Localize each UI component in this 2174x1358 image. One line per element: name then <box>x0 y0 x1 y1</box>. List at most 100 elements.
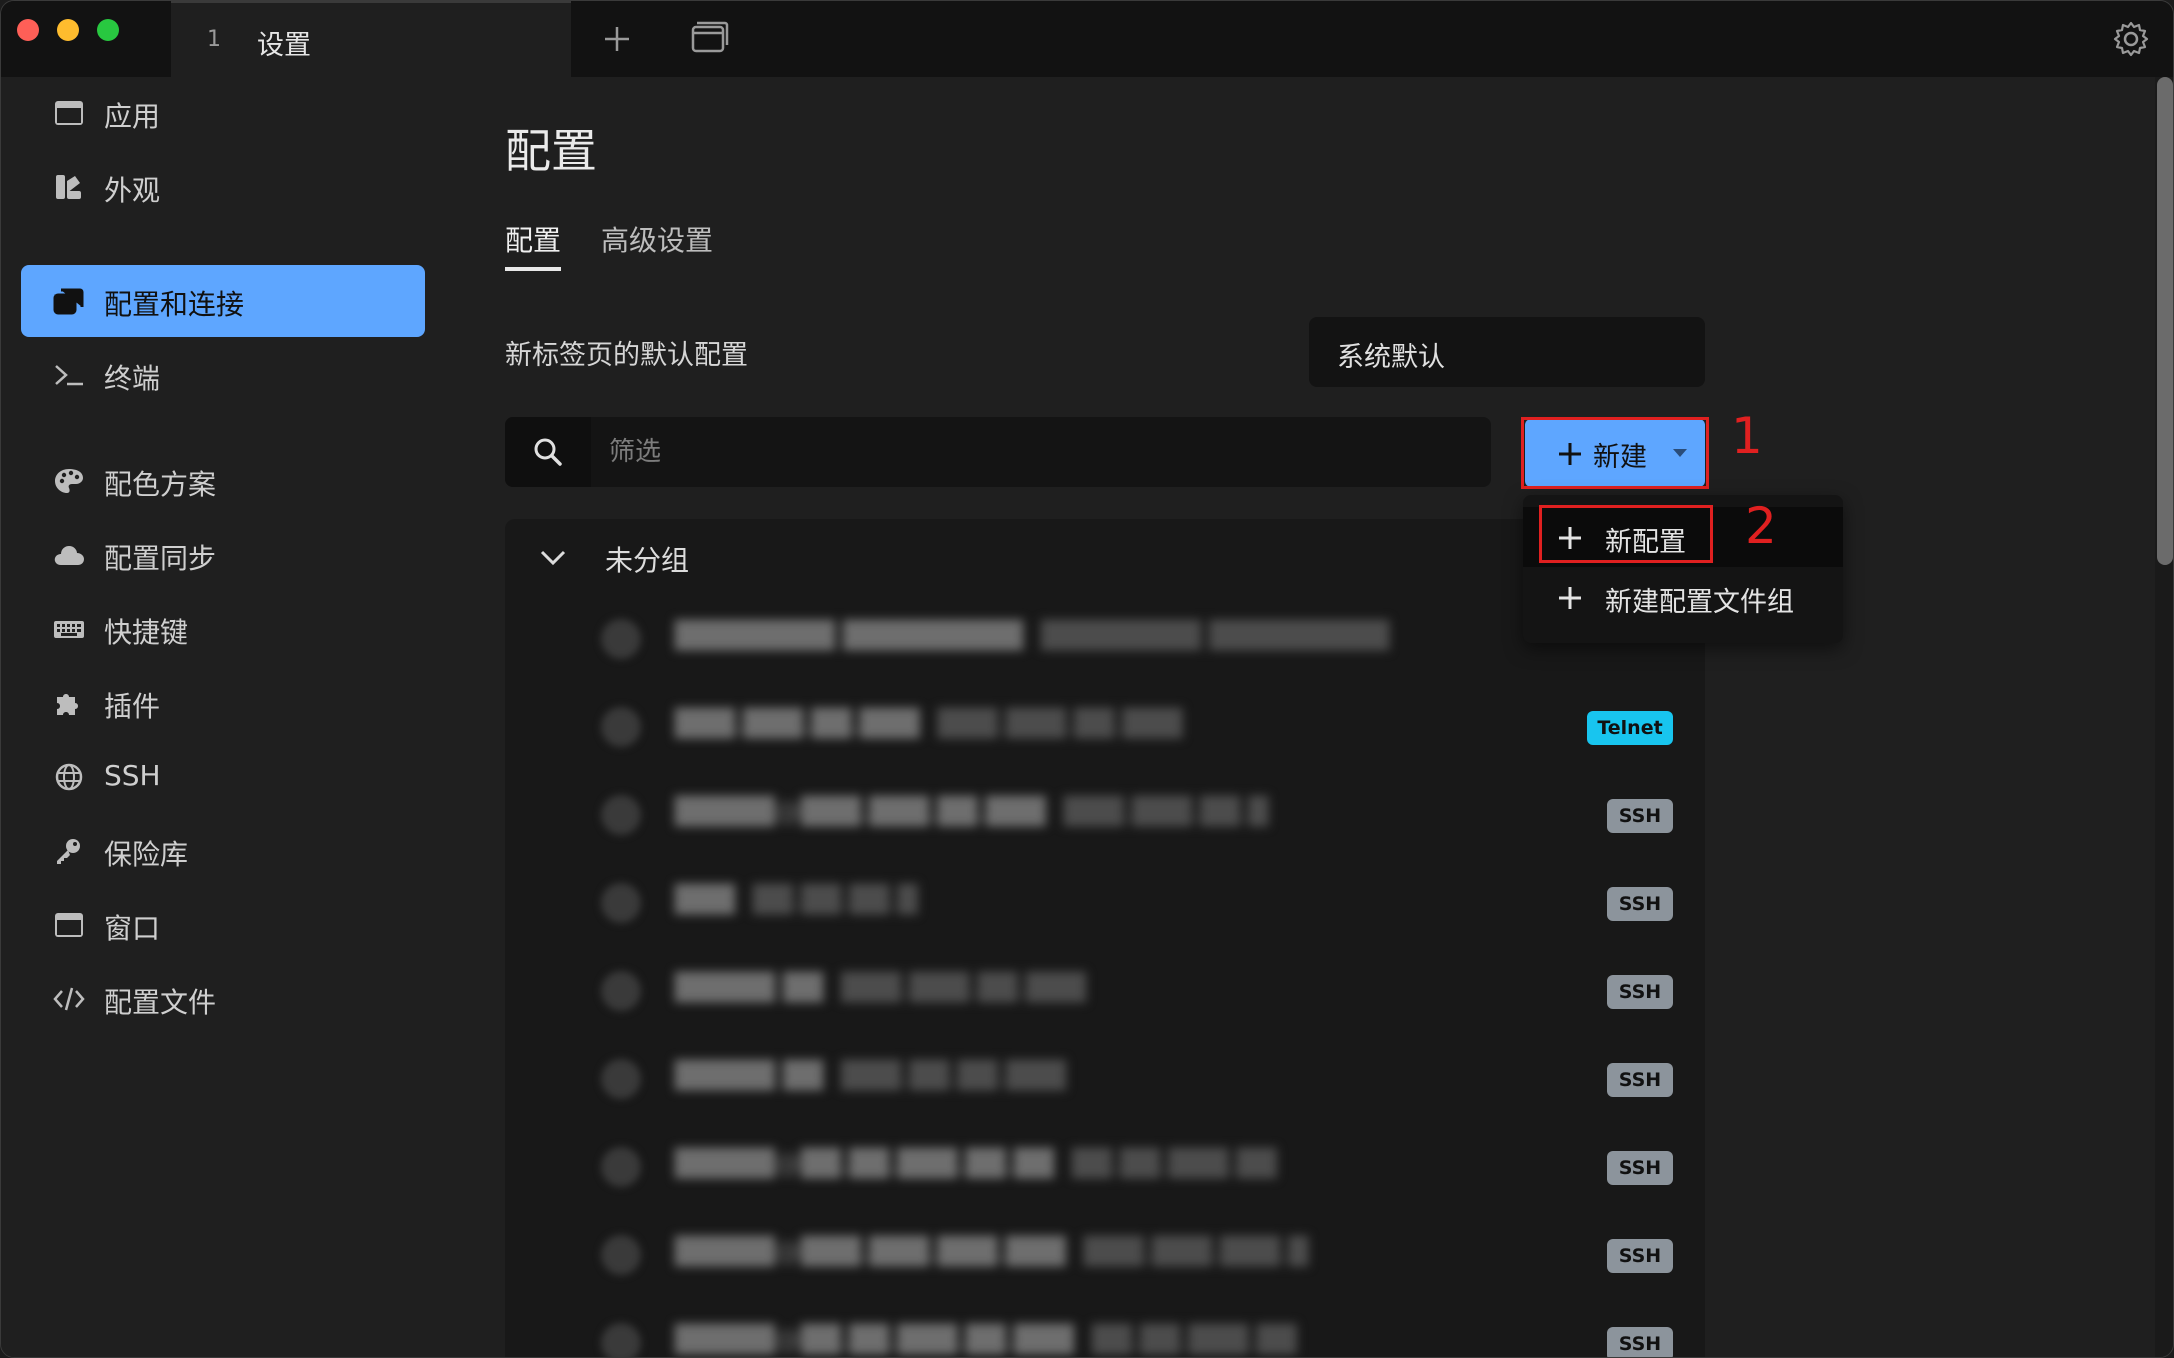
sidebar-item-ssh[interactable]: SSH <box>21 741 425 813</box>
profile-name-redacted: █████ ██ ███.██.██.███ <box>675 1061 1066 1091</box>
close-window-button[interactable] <box>17 19 39 41</box>
active-tab-indicator <box>505 267 561 271</box>
cloud-icon <box>54 546 84 565</box>
sidebar-item-window[interactable]: 窗口 <box>21 889 425 961</box>
sidebar-item-label: 配置和连接 <box>104 288 245 321</box>
profile-row[interactable]: ███ ██.██.██.█ SSH <box>505 859 1705 947</box>
menu-item-label: 新建配置文件组 <box>1605 587 1794 618</box>
annotation-number-1: 1 <box>1731 407 1763 465</box>
profile-row[interactable]: █████ ██ ███.███.██.███ SSH <box>505 947 1705 1035</box>
globe-icon <box>55 763 83 791</box>
profile-row[interactable]: █████@██.██.███.██.███ ██.██.███.██ SSH <box>505 1299 1705 1357</box>
gear-icon <box>2113 21 2149 57</box>
profile-icon <box>601 971 641 1011</box>
profiles-menu-button[interactable] <box>687 17 731 61</box>
sidebar-item-label: SSH <box>104 759 161 792</box>
profile-icon <box>601 883 641 923</box>
profile-name-redacted: ███.███.██.███ ███.███.██.███ <box>675 709 1183 739</box>
profile-type-badge: SSH <box>1607 887 1673 921</box>
settings-button[interactable] <box>2109 17 2153 61</box>
tab-title: 设置 <box>257 30 311 61</box>
profile-type-badge: Telnet <box>1587 711 1673 745</box>
tab-advanced[interactable]: 高级设置 <box>601 219 713 259</box>
annotation-number-2: 2 <box>1745 497 1777 555</box>
profile-group-panel: 未分组 ████████ █████████ ████████ █████████… <box>505 519 1705 1357</box>
profile-row[interactable]: █████@███.███.██.███ ███.███.██.█ SSH <box>505 771 1705 859</box>
sidebar-item-config-file[interactable]: 配置文件 <box>21 963 425 1035</box>
windows-stack-icon <box>53 288 84 315</box>
tab-index: 1 <box>207 27 221 52</box>
profile-row[interactable]: █████@███.███.███.███ ███.███.███.█ SSH <box>505 1211 1705 1299</box>
sidebar-item-label: 配色方案 <box>104 468 217 501</box>
profile-name-redacted: ███ ██.██.██.█ <box>675 885 918 915</box>
plus-icon <box>1559 587 1581 609</box>
annotation-box-1 <box>1521 417 1709 489</box>
sidebar-item-label: 配置同步 <box>104 542 217 575</box>
search-icon <box>534 438 562 466</box>
profile-type-badge: SSH <box>1607 1239 1673 1273</box>
profile-row[interactable]: ███.███.██.███ ███.███.██.███ Telnet <box>505 683 1705 771</box>
default-profile-value: 系统默认 <box>1337 342 1445 373</box>
palette-brush-icon <box>56 175 81 199</box>
window-icon <box>55 913 83 937</box>
profile-type-badge: SSH <box>1607 1063 1673 1097</box>
minimize-window-button[interactable] <box>57 19 79 41</box>
sidebar-item-label: 外观 <box>104 174 161 207</box>
profile-name-redacted: █████@██.██.███.██.██ ██.██.███.██ <box>675 1149 1277 1179</box>
keyboard-icon <box>54 621 84 638</box>
sidebar-item-color-scheme[interactable]: 配色方案 <box>21 445 425 517</box>
sidebar-item-config-sync[interactable]: 配置同步 <box>21 519 425 591</box>
sidebar-item-label: 保险库 <box>104 838 189 871</box>
chevron-down-icon <box>540 550 566 566</box>
sidebar-item-label: 终端 <box>104 362 161 395</box>
profile-icon <box>601 795 641 835</box>
group-label: 未分组 <box>605 544 690 577</box>
profile-row[interactable]: █████@██.██.███.██.██ ██.██.███.██ SSH <box>505 1123 1705 1211</box>
sidebar-item-terminal[interactable]: 终端 <box>21 339 425 411</box>
sidebar-item-vault[interactable]: 保险库 <box>21 815 425 887</box>
sidebar-item-hotkeys[interactable]: 快捷键 <box>21 593 425 665</box>
windows-icon <box>691 21 729 53</box>
terminal-icon <box>55 365 83 386</box>
titlebar: 1 设置 <box>1 1 2173 77</box>
profile-icon <box>601 1323 641 1357</box>
profile-icon <box>601 1147 641 1187</box>
sidebar-item-label: 应用 <box>104 100 161 133</box>
profile-icon <box>601 1059 641 1099</box>
sidebar-item-appearance[interactable]: 外观 <box>21 151 425 223</box>
tab-profiles[interactable]: 配置 <box>505 219 561 259</box>
code-icon <box>53 987 85 1011</box>
sidebar-item-label: 窗口 <box>104 912 161 945</box>
profile-name-redacted: █████@███.███.██.███ ███.███.██.█ <box>675 797 1269 827</box>
main-content: 配置 配置 高级设置 新标签页的默认配置 系统默认 新建 <box>441 77 2155 1357</box>
filter-box <box>505 417 1491 487</box>
tab-settings[interactable]: 1 设置 <box>171 1 571 77</box>
profile-row[interactable]: █████ ██ ███.██.██.███ SSH <box>505 1035 1705 1123</box>
page-title: 配置 <box>505 124 597 178</box>
key-icon <box>57 839 80 864</box>
profile-type-badge: SSH <box>1607 1327 1673 1357</box>
sidebar-item-label: 配置文件 <box>104 986 217 1019</box>
sidebar-item-profiles-connections[interactable]: 配置和连接 <box>21 265 425 337</box>
menu-item-new-profile-group[interactable]: 新建配置文件组 <box>1523 567 1843 627</box>
sidebar-item-plugins[interactable]: 插件 <box>21 667 425 739</box>
profile-type-badge: SSH <box>1607 975 1673 1009</box>
default-profile-select[interactable]: 系统默认 <box>1309 317 1705 387</box>
zoom-window-button[interactable] <box>97 19 119 41</box>
plus-icon <box>605 27 629 51</box>
scrollbar-thumb[interactable] <box>2157 77 2173 565</box>
new-tab-button[interactable] <box>595 17 639 61</box>
filter-input[interactable] <box>609 431 1469 473</box>
sidebar-item-label: 快捷键 <box>104 616 189 649</box>
puzzle-icon <box>57 694 78 715</box>
default-profile-label: 新标签页的默认配置 <box>505 340 748 371</box>
profile-type-badge: SSH <box>1607 1151 1673 1185</box>
profile-name-redacted: █████@███.███.███.███ ███.███.███.█ <box>675 1237 1309 1267</box>
profile-icon <box>601 707 641 747</box>
search-icon-container <box>505 417 591 487</box>
annotation-box-2 <box>1539 505 1713 563</box>
color-palette-icon <box>55 469 83 493</box>
sidebar-item-label: 插件 <box>104 690 161 723</box>
window-icon <box>55 101 83 125</box>
sidebar-item-application[interactable]: 应用 <box>21 77 425 149</box>
